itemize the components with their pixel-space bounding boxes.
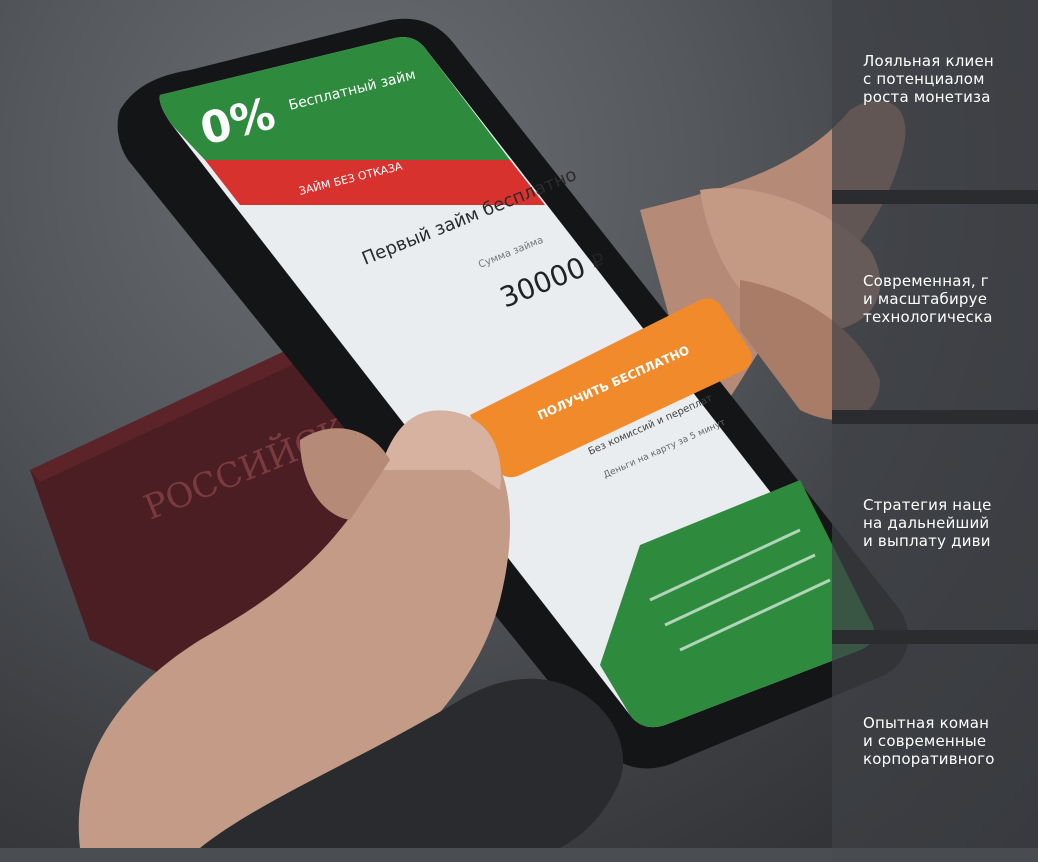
info-block-3: Стратегия наце на дальнейший и выплату д… xyxy=(832,410,1038,644)
info-text-4: Опытная коман и современные корпоративно… xyxy=(863,714,995,768)
info-block-1: Лояльная клиен с потенциалом роста монет… xyxy=(832,0,1038,190)
info-block-4: Опытная коман и современные корпоративно… xyxy=(832,630,1038,862)
info-text-2: Современная, г и масштабируе технологиче… xyxy=(863,272,993,326)
info-text-3: Стратегия наце на дальнейший и выплату д… xyxy=(863,496,992,550)
info-block-2: Современная, г и масштабируе технологиче… xyxy=(832,190,1038,424)
info-text-1: Лояльная клиен с потенциалом роста монет… xyxy=(863,52,994,106)
info-panel: Лояльная клиен с потенциалом роста монет… xyxy=(832,0,1038,862)
